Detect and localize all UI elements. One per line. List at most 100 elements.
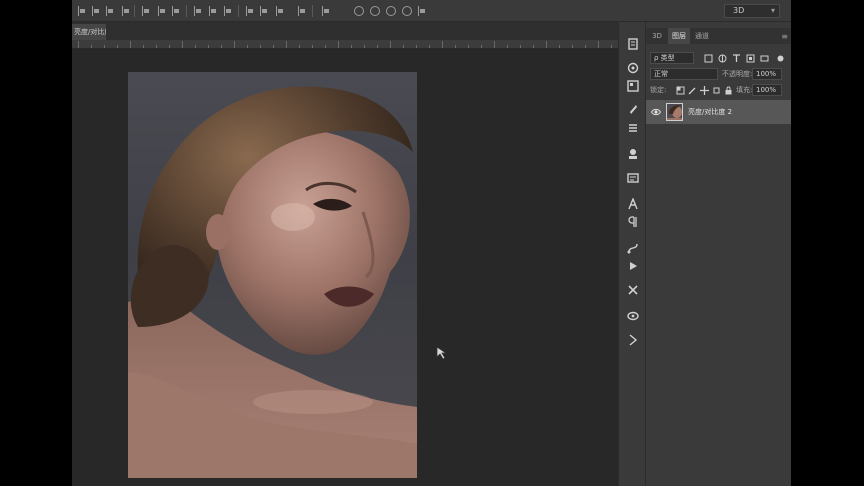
- align-center-icon[interactable]: [92, 6, 100, 16]
- history-icon[interactable]: [627, 38, 639, 50]
- ruler-tick: [273, 45, 274, 48]
- ruler-tick: [221, 45, 222, 48]
- layer-thumbnail-image: [667, 104, 682, 120]
- filter-kind-value: ρ 类型: [654, 54, 675, 62]
- arrange-icon[interactable]: [260, 6, 268, 16]
- ruler-tick: [442, 41, 443, 48]
- tab-channels[interactable]: 通道: [692, 28, 712, 44]
- actions-icon[interactable]: [627, 260, 639, 272]
- lock-all-icon[interactable]: [724, 86, 733, 95]
- divider: [238, 5, 239, 17]
- color-icon[interactable]: [627, 62, 639, 74]
- filter-adjustment-icon[interactable]: [718, 54, 727, 63]
- fill-input[interactable]: 100%: [752, 84, 782, 96]
- 3d-mode-dropdown[interactable]: 3D: [724, 4, 780, 18]
- align-top-icon[interactable]: [122, 6, 130, 16]
- transform-icon[interactable]: [298, 6, 306, 16]
- filter-shape-icon[interactable]: [746, 54, 755, 63]
- document-tab[interactable]: 亮度/对比度 1: [72, 24, 106, 40]
- opacity-value: 100%: [756, 70, 777, 78]
- video-letterbox-right: [791, 0, 864, 486]
- filter-type-icon[interactable]: [732, 54, 741, 63]
- lock-fill-row: 锁定: 填充: 100%: [646, 84, 791, 98]
- 3d-roll-icon[interactable]: [370, 6, 380, 16]
- ruler-tick: [325, 45, 326, 48]
- align-left-icon[interactable]: [78, 6, 86, 16]
- ruler-tick: [234, 41, 235, 48]
- ruler-tick: [377, 45, 378, 48]
- opacity-input[interactable]: 100%: [752, 68, 782, 80]
- document-image[interactable]: [128, 72, 417, 478]
- video-letterbox-left: [0, 0, 72, 486]
- auto-align-icon[interactable]: [246, 6, 254, 16]
- lock-transparent-icon[interactable]: [676, 86, 685, 95]
- tools-icon[interactable]: [627, 284, 639, 296]
- 3d-scale-icon[interactable]: [418, 6, 426, 16]
- brush-presets-icon[interactable]: [627, 122, 639, 134]
- ruler-tick: [494, 41, 495, 48]
- 3d-rotate-icon[interactable]: [354, 6, 364, 16]
- document-tab-bar: 亮度/对比度 1: [72, 22, 618, 40]
- options-bar: 3D: [72, 0, 791, 22]
- swatches-icon[interactable]: [627, 80, 639, 92]
- lock-image-pixels-icon[interactable]: [688, 86, 697, 95]
- timeline-icon[interactable]: [627, 334, 639, 346]
- tab-layers[interactable]: 图层: [668, 28, 690, 44]
- brush-icon[interactable]: [627, 104, 639, 116]
- ruler-tick: [130, 41, 131, 48]
- lock-position-icon[interactable]: [700, 86, 709, 95]
- tab-3d[interactable]: 3D: [648, 28, 666, 44]
- align-right-icon[interactable]: [106, 6, 114, 16]
- filter-smart-object-icon[interactable]: [760, 54, 769, 63]
- distribute-middle-icon[interactable]: [158, 6, 166, 16]
- distribute-top-icon[interactable]: [142, 6, 150, 16]
- filter-kind-dropdown[interactable]: ρ 类型: [650, 52, 694, 64]
- canvas-area[interactable]: [72, 50, 618, 486]
- ruler-tick: [455, 45, 456, 48]
- layers-panel: 3D 图层 通道 ≡ ρ 类型 正常 不透明度: 100% 锁定: 填充: 10…: [646, 22, 791, 486]
- ruler-tick: [390, 41, 391, 48]
- distribute-hcenter-icon[interactable]: [209, 6, 217, 16]
- ruler-tick: [104, 45, 105, 48]
- distribute-left-icon[interactable]: [194, 6, 202, 16]
- clone-source-icon[interactable]: [627, 148, 639, 160]
- 3d-pan-icon[interactable]: [386, 6, 396, 16]
- vertical-space-icon[interactable]: [276, 6, 284, 16]
- layer-row[interactable]: 亮度/对比度 2: [646, 100, 791, 124]
- divider: [186, 5, 187, 17]
- lock-artboard-icon[interactable]: [712, 86, 721, 95]
- blend-mode-value: 正常: [654, 70, 668, 78]
- filter-pixel-icon[interactable]: [704, 54, 713, 63]
- properties-icon[interactable]: [627, 172, 639, 184]
- ruler-tick: [299, 45, 300, 48]
- ruler-tick: [429, 45, 430, 48]
- 3d-slide-icon[interactable]: [402, 6, 412, 16]
- ruler-tick: [364, 45, 365, 48]
- horizontal-ruler[interactable]: [72, 40, 618, 49]
- filter-toggle-icon[interactable]: [776, 54, 785, 63]
- ruler-tick: [520, 45, 521, 48]
- distribute-right-icon[interactable]: [224, 6, 232, 16]
- layer-visibility-eye-icon[interactable]: [651, 107, 661, 117]
- divider: [312, 5, 313, 17]
- ruler-tick: [169, 45, 170, 48]
- tab-layers-label: 图层: [672, 32, 686, 40]
- blend-mode-dropdown[interactable]: 正常: [650, 68, 718, 80]
- opacity-label: 不透明度:: [722, 70, 753, 78]
- ruler-tick: [286, 41, 287, 48]
- panel-menu-icon[interactable]: ≡: [781, 32, 788, 41]
- ruler-tick: [351, 45, 352, 48]
- mouse-cursor-icon: [436, 346, 448, 360]
- ruler-tick: [91, 45, 92, 48]
- panel-tab-bar: 3D 图层 通道 ≡: [646, 28, 791, 44]
- ruler-tick: [208, 45, 209, 48]
- distribute-bottom-icon[interactable]: [172, 6, 180, 16]
- ruler-tick: [598, 41, 599, 48]
- 3d-icon[interactable]: [627, 310, 639, 322]
- paths-icon[interactable]: [627, 242, 639, 254]
- paragraph-icon[interactable]: [627, 216, 639, 228]
- ruler-tick: [559, 45, 560, 48]
- character-icon[interactable]: [627, 198, 639, 210]
- ruler-tick: [481, 45, 482, 48]
- ruler-tick: [533, 45, 534, 48]
